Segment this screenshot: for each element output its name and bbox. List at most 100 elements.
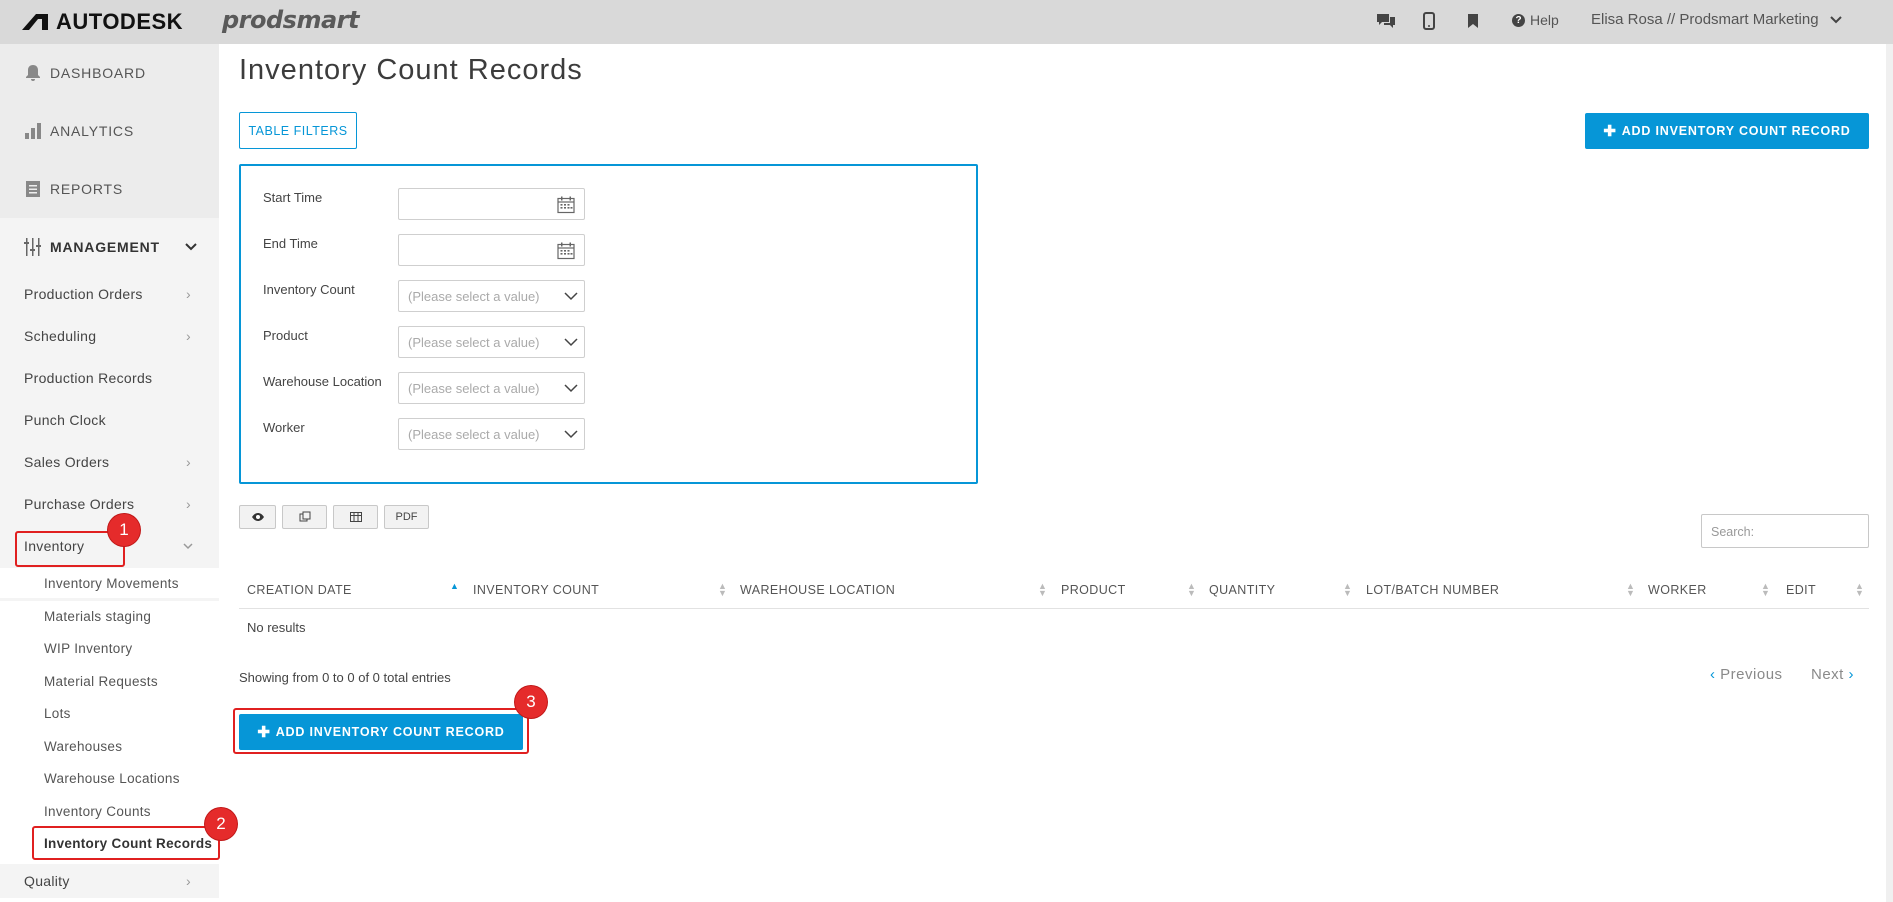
sort-icon[interactable]: ▲ ▼ [1626, 582, 1635, 598]
table-icon [349, 512, 362, 522]
chevron-down-icon [564, 430, 578, 439]
sidebar: DASHBOARD ANALYTICS REPORTS MANAGEMENT P… [0, 44, 219, 902]
product-select[interactable]: (Please select a value) [398, 326, 585, 358]
filters-panel: Start Time End Time Inventory Count (Ple… [239, 164, 978, 484]
end-time-label: End Time [263, 236, 318, 251]
sort-icon[interactable]: ▲ ▼ [1761, 582, 1770, 598]
chevron-right-icon: › [186, 873, 191, 889]
sidebar-item-dashboard[interactable]: DASHBOARD [0, 44, 219, 102]
warehouse-location-select[interactable]: (Please select a value) [398, 372, 585, 404]
previous-page-link[interactable]: ‹ Previous [1710, 666, 1783, 683]
add-record-button-top[interactable]: ✚ ADD INVENTORY COUNT RECORD [1585, 113, 1869, 149]
sort-icon[interactable]: ▲ ▼ [1855, 582, 1864, 598]
column-visibility-button[interactable] [239, 505, 276, 529]
sidebar-item-management[interactable]: MANAGEMENT [0, 218, 219, 276]
sidebar-item-quality[interactable]: Quality › [0, 864, 219, 898]
table-filters-button[interactable]: TABLE FILTERS [239, 112, 357, 149]
sidebar-subitem-warehouses[interactable]: Warehouses [0, 731, 219, 761]
plus-icon: ✚ [1603, 123, 1617, 140]
mobile-icon[interactable] [1417, 9, 1441, 33]
chevron-down-icon [1829, 15, 1842, 23]
chevron-down-icon [185, 243, 197, 251]
bookmark-icon[interactable] [1461, 9, 1485, 33]
column-header-lot-batch-number[interactable]: LOT/BATCH NUMBER [1366, 583, 1499, 597]
copy-icon [299, 511, 310, 522]
sidebar-label: Production Records [24, 370, 153, 386]
next-page-link[interactable]: Next › [1811, 666, 1854, 683]
bar-chart-icon [25, 123, 41, 139]
sidebar-item-production-orders[interactable]: Production Orders › [0, 277, 219, 311]
help-icon: ? [1512, 13, 1525, 27]
sidebar-subitem-wip-inventory[interactable]: WIP Inventory [0, 633, 219, 663]
sidebar-sub-label: Warehouses [44, 738, 123, 754]
sidebar-subitem-inventory-counts[interactable]: Inventory Counts [0, 796, 219, 826]
sort-icon[interactable]: ▲ ▼ [718, 582, 727, 598]
add-record-label: ADD INVENTORY COUNT RECORD [1621, 124, 1851, 138]
start-time-input[interactable] [398, 188, 585, 220]
sidebar-item-punch-clock[interactable]: Punch Clock [0, 403, 219, 437]
sidebar-subitem-material-requests[interactable]: Material Requests [0, 666, 219, 696]
annotation-badge-1: 1 [108, 514, 140, 546]
pdf-export-button[interactable]: PDF [384, 505, 429, 529]
sidebar-item-sales-orders[interactable]: Sales Orders › [0, 445, 219, 479]
sidebar-item-scheduling[interactable]: Scheduling › [0, 319, 219, 353]
calendar-icon[interactable] [557, 242, 575, 260]
chevron-left-icon: ‹ [1710, 666, 1716, 683]
annotation-highlight-3 [233, 708, 529, 754]
column-header-quantity[interactable]: QUANTITY [1209, 583, 1275, 597]
column-header-warehouse-location[interactable]: WAREHOUSE LOCATION [740, 583, 895, 597]
inventory-count-select[interactable]: (Please select a value) [398, 280, 585, 312]
column-header-edit[interactable]: EDIT [1786, 583, 1816, 597]
bell-icon [26, 65, 40, 81]
table-divider [239, 608, 1869, 609]
sidebar-sub-label: WIP Inventory [44, 640, 133, 656]
annotation-badge-2: 2 [205, 808, 237, 840]
sidebar-subitem-warehouse-locations[interactable]: Warehouse Locations [0, 763, 219, 793]
sidebar-label: Purchase Orders [24, 496, 135, 512]
entries-summary: Showing from 0 to 0 of 0 total entries [239, 670, 451, 685]
calendar-icon[interactable] [557, 196, 575, 214]
sort-asc-icon[interactable]: ▲ [450, 582, 459, 591]
column-header-inventory-count[interactable]: INVENTORY COUNT [473, 583, 599, 597]
sidebar-item-purchase-orders[interactable]: Purchase Orders › [0, 487, 219, 521]
chevron-down-icon [564, 292, 578, 301]
sidebar-label: Punch Clock [24, 412, 106, 428]
sidebar-sub-label: Inventory Movements [44, 575, 179, 591]
sort-icon[interactable]: ▲ ▼ [1343, 582, 1352, 598]
sort-icon[interactable]: ▲ ▼ [1038, 582, 1047, 598]
sort-icon[interactable]: ▲ ▼ [1187, 582, 1196, 598]
sidebar-item-analytics[interactable]: ANALYTICS [0, 102, 219, 160]
column-header-creation-date[interactable]: CREATION DATE [247, 583, 352, 597]
autodesk-logo[interactable]: AUTODESK [22, 9, 184, 34]
chevron-down-icon [183, 542, 193, 549]
chat-icon[interactable] [1374, 9, 1398, 33]
warehouse-location-label: Warehouse Location [263, 374, 382, 389]
page-scrollbar[interactable] [1886, 44, 1893, 902]
product-label: Product [263, 328, 308, 343]
sidebar-sub-label: Warehouse Locations [44, 770, 180, 786]
annotation-badge-3: 3 [515, 686, 547, 718]
select-placeholder: (Please select a value) [408, 427, 540, 442]
sidebar-item-production-records[interactable]: Production Records [0, 361, 219, 395]
autodesk-brand: AUTODESK [56, 9, 184, 34]
help-link[interactable]: ? Help [1512, 12, 1559, 28]
sidebar-sub-label: Inventory Counts [44, 803, 151, 819]
sidebar-item-reports[interactable]: REPORTS [0, 160, 219, 218]
select-placeholder: (Please select a value) [408, 289, 540, 304]
worker-label: Worker [263, 420, 305, 435]
worker-select[interactable]: (Please select a value) [398, 418, 585, 450]
chevron-down-icon [564, 384, 578, 393]
excel-export-button[interactable] [333, 505, 378, 529]
sidebar-subitem-lots[interactable]: Lots [0, 698, 219, 728]
user-menu[interactable]: Elisa Rosa // Prodsmart Marketing [1591, 11, 1843, 28]
column-header-product[interactable]: PRODUCT [1061, 583, 1126, 597]
sidebar-subitem-materials-staging[interactable]: Materials staging [0, 601, 219, 631]
end-time-input[interactable] [398, 234, 585, 266]
search-input[interactable]: Search: [1701, 514, 1869, 548]
prodsmart-logo[interactable]: prodsmart [222, 6, 359, 34]
sidebar-label: MANAGEMENT [50, 239, 160, 255]
sidebar-subitem-inventory-movements[interactable]: Inventory Movements [0, 568, 219, 598]
column-header-worker[interactable]: WORKER [1648, 583, 1707, 597]
select-placeholder: (Please select a value) [408, 335, 540, 350]
copy-button[interactable] [282, 505, 327, 529]
